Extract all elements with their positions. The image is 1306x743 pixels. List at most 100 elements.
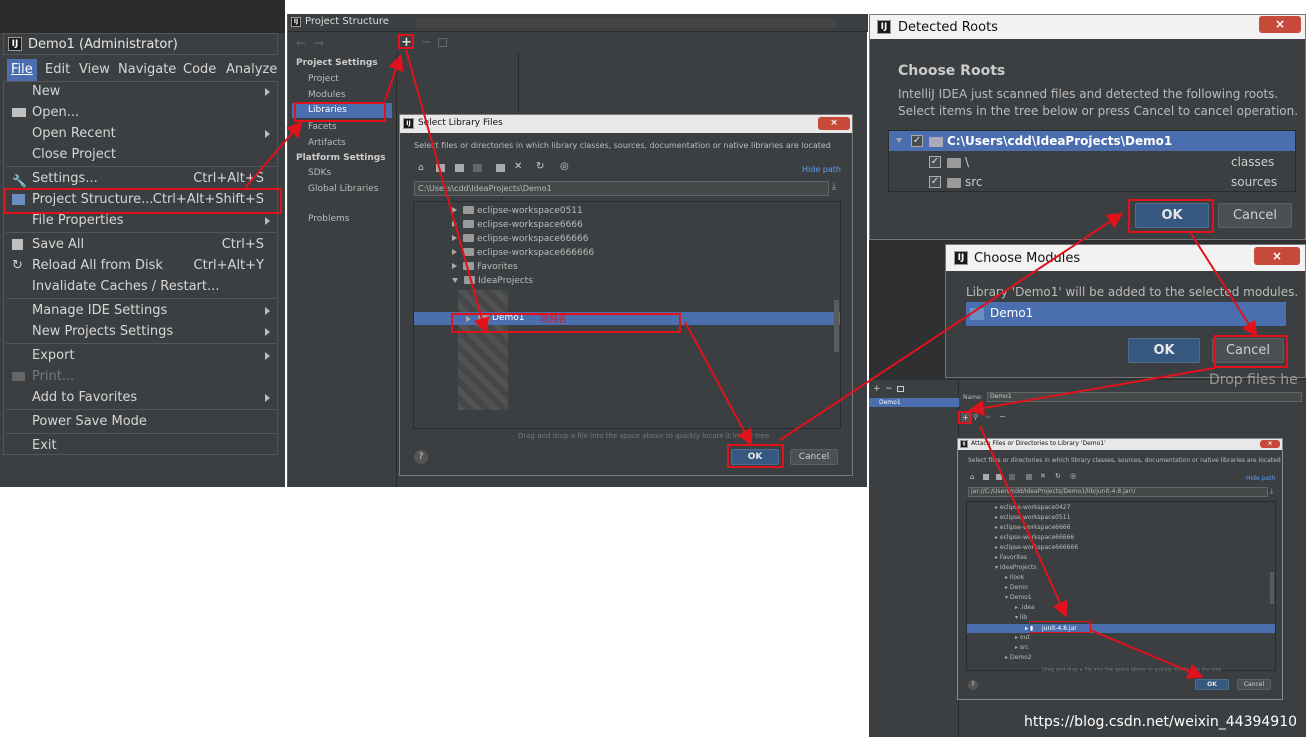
sidebar-item-sdks[interactable]: SDKs: [308, 168, 331, 178]
hide-path-link[interactable]: Hide path: [802, 165, 841, 174]
cancel-button[interactable]: Cancel: [1218, 203, 1292, 228]
copy-icon[interactable]: [438, 38, 447, 47]
desktop-icon[interactable]: [436, 164, 445, 172]
copy-icon[interactable]: [897, 386, 904, 392]
module-row[interactable]: Demo1: [966, 302, 1286, 326]
help-button[interactable]: ?: [968, 680, 978, 690]
sidebar-item-facets[interactable]: Facets: [308, 122, 337, 132]
tree-row[interactable]: ▸ eclipse-workspace666666: [995, 543, 1078, 553]
remove-icon[interactable]: −: [421, 35, 432, 50]
refresh-icon[interactable]: ↻: [536, 161, 544, 172]
path-field[interactable]: C:\Users\cdd\IdeaProjects\Demo1: [414, 181, 829, 196]
cancel-button[interactable]: Cancel: [790, 449, 838, 465]
menu-item-settings[interactable]: 🔧 Settings... Ctrl+Alt+S: [6, 168, 276, 189]
add-icon[interactable]: +: [873, 384, 881, 394]
tree-row-selected-jar[interactable]: ▸ ▮ junit-4.8.jar: [967, 624, 1275, 633]
menu-analyze[interactable]: Analyze: [226, 59, 277, 81]
remove-root-icon[interactable]: −: [999, 412, 1006, 421]
delete-icon[interactable]: ✕: [514, 161, 522, 172]
tree-row[interactable]: ▸ out: [1015, 633, 1030, 643]
tree-row[interactable]: ▾ lib: [1015, 613, 1027, 623]
home-icon[interactable]: ⌂: [418, 163, 424, 173]
back-arrow-icon[interactable]: ←: [296, 36, 306, 50]
new-folder-icon[interactable]: [1026, 474, 1032, 480]
home-icon[interactable]: ⌂: [970, 473, 974, 481]
checkbox[interactable]: ✓: [911, 135, 923, 147]
menu-view[interactable]: View: [79, 59, 110, 81]
menu-item-open[interactable]: Open...: [6, 102, 276, 123]
download-icon[interactable]: ⤓: [832, 182, 836, 192]
help-button[interactable]: ?: [414, 450, 428, 464]
close-icon[interactable]: ×: [818, 117, 850, 130]
tree-row[interactable]: Favorites: [452, 260, 518, 274]
path-field[interactable]: jar://C:/Users/cdd/IdeaProjects/Demo1/li…: [968, 487, 1268, 497]
new-folder-icon[interactable]: [496, 164, 505, 172]
sidebar-item-project[interactable]: Project: [308, 74, 339, 84]
root-row[interactable]: ✓ C:\Users\cdd\IdeaProjects\Demo1: [889, 131, 1295, 151]
download-icon[interactable]: ⤓: [1270, 487, 1273, 496]
refresh-icon[interactable]: ↻: [1055, 472, 1061, 480]
ok-button[interactable]: OK: [1195, 679, 1229, 690]
menu-file[interactable]: File: [7, 59, 37, 81]
ok-button[interactable]: OK: [1128, 338, 1200, 363]
remove-icon[interactable]: −: [885, 384, 893, 394]
tree-row[interactable]: ▸ eclipse-workspace0427: [995, 503, 1070, 513]
root-child-row[interactable]: ✓ \ classes: [889, 152, 1295, 172]
menu-item-save-all[interactable]: Save All Ctrl+S: [6, 234, 276, 255]
forward-arrow-icon[interactable]: →: [314, 36, 324, 50]
tree-row[interactable]: ▸ Demo: [1005, 583, 1028, 593]
cancel-button[interactable]: Cancel: [1237, 679, 1271, 690]
menu-item-open-recent[interactable]: Open Recent: [6, 123, 276, 144]
sidebar-item-global-libraries[interactable]: Global Libraries: [308, 184, 378, 194]
tree-row[interactable]: ▸ .idea: [1015, 603, 1035, 613]
tree-scrollbar[interactable]: [834, 300, 839, 352]
tree-row[interactable]: ▸ eclipse-workspace6666: [995, 523, 1070, 533]
tree-scrollbar[interactable]: [1270, 572, 1274, 604]
project-icon[interactable]: [996, 474, 1002, 480]
menu-item-export[interactable]: Export: [6, 345, 276, 366]
tree-row[interactable]: eclipse-workspace66666: [452, 232, 589, 246]
sidebar-item-problems[interactable]: Problems: [308, 214, 349, 224]
menu-item-manage-ide-settings[interactable]: Manage IDE Settings: [6, 300, 276, 321]
sidebar-item-modules[interactable]: Modules: [308, 90, 345, 100]
delete-icon[interactable]: ✕: [1040, 472, 1046, 480]
menu-item-new[interactable]: New: [6, 81, 276, 102]
close-icon[interactable]: ×: [1260, 440, 1280, 448]
hide-path-link[interactable]: Hide path: [1246, 475, 1275, 482]
tree-row[interactable]: eclipse-workspace6666: [452, 218, 583, 232]
menu-item-invalidate-caches[interactable]: Invalidate Caches / Restart...: [6, 276, 276, 297]
module-row[interactable]: Demo1: [869, 398, 959, 407]
close-icon[interactable]: ×: [1259, 16, 1301, 33]
menu-navigate[interactable]: Navigate: [118, 59, 176, 81]
menu-edit[interactable]: Edit: [45, 59, 70, 81]
module-icon[interactable]: [473, 164, 482, 172]
tree-row[interactable]: IdeaProjects: [452, 274, 533, 288]
tree-row[interactable]: eclipse-workspace666666: [452, 246, 594, 260]
module-icon[interactable]: [1009, 474, 1015, 480]
tree-row[interactable]: ▸ Ilook: [1005, 573, 1024, 583]
sidebar-item-artifacts[interactable]: Artifacts: [308, 138, 346, 148]
name-field[interactable]: Demo1: [987, 392, 1302, 402]
project-icon[interactable]: [455, 164, 464, 172]
tree-row[interactable]: ▾ IdeaProjects: [995, 563, 1037, 573]
tree-row[interactable]: ▸ eclipse-workspace0511: [995, 513, 1070, 523]
add-alt-icon[interactable]: +: [985, 413, 991, 421]
tree-row[interactable]: ▾ Demo1: [1005, 593, 1032, 603]
checkbox[interactable]: ✓: [929, 176, 941, 188]
menu-item-reload[interactable]: ↻ Reload All from Disk Ctrl+Alt+Y: [6, 255, 276, 276]
menu-item-close-project[interactable]: Close Project: [6, 144, 276, 165]
tree-row[interactable]: ▸ Favorites: [995, 553, 1027, 563]
show-hidden-icon[interactable]: ◎: [560, 161, 569, 172]
tree-row[interactable]: ▸ eclipse-workspace66666: [995, 533, 1074, 543]
menu-item-add-to-favorites[interactable]: Add to Favorites: [6, 387, 276, 408]
root-child-row[interactable]: ✓ src sources: [889, 172, 1295, 192]
menu-item-exit[interactable]: Exit: [6, 435, 276, 456]
menu-item-power-save[interactable]: Power Save Mode: [6, 411, 276, 432]
close-icon[interactable]: ×: [1254, 247, 1300, 265]
desktop-icon[interactable]: [983, 474, 989, 480]
show-hidden-icon[interactable]: ◎: [1070, 472, 1076, 480]
tree-row[interactable]: eclipse-workspace0511: [452, 204, 583, 218]
menu-code[interactable]: Code: [183, 59, 216, 81]
tree-row[interactable]: ▸ src: [1015, 643, 1029, 653]
checkbox[interactable]: ✓: [929, 156, 941, 168]
